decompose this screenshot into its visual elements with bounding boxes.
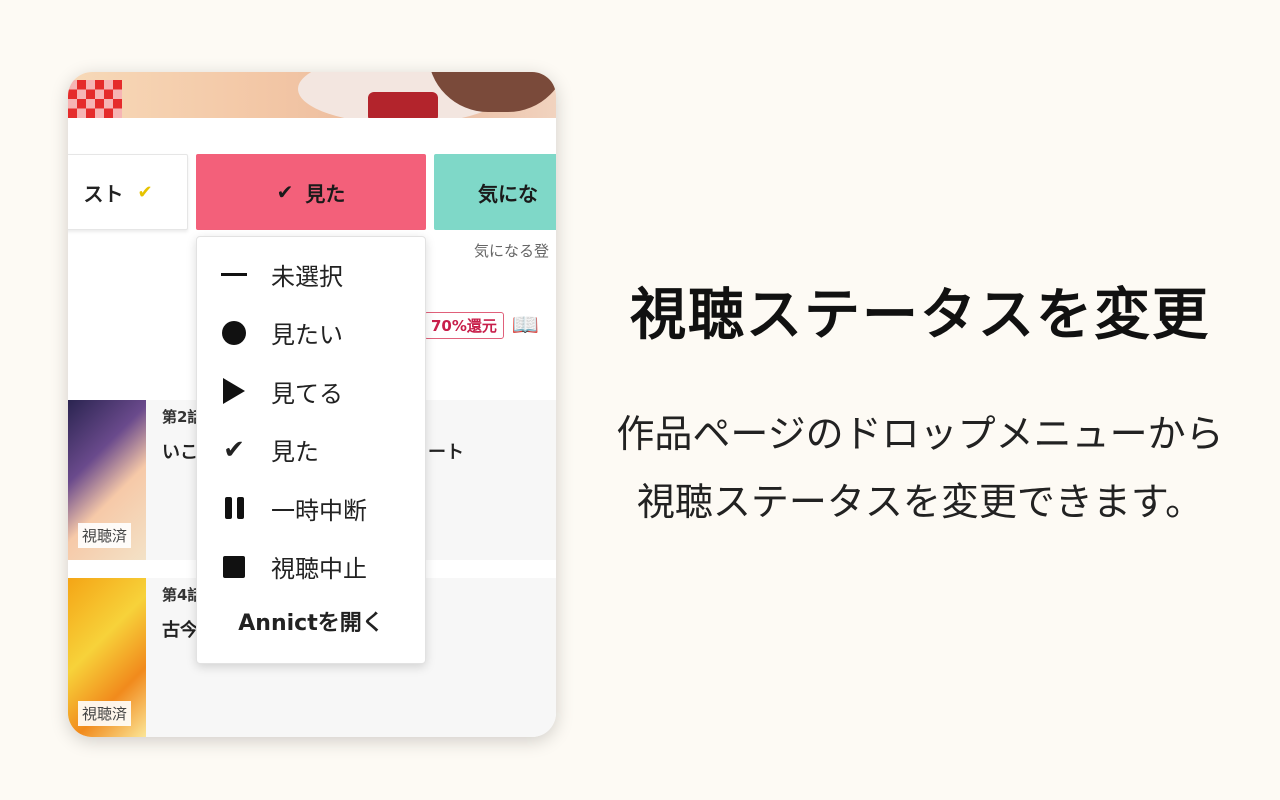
status-dropdown-menu: 未選択 見たい 見てる ✔ 見た 一時中断 視聴中止 Annictを開く bbox=[196, 236, 426, 664]
description-line-1: 作品ページのドロップメニューから bbox=[616, 412, 1224, 456]
interest-note: 気になる登 bbox=[474, 242, 550, 260]
promo-badge[interactable]: 70%還元 bbox=[424, 312, 504, 339]
banner-ribbon bbox=[368, 92, 438, 118]
screenshot-frame: スト ✔ ✔ 見た 気にな 気になる登 70%還元 📖 視聴済 第2話 いこ ー… bbox=[68, 72, 556, 737]
episode-thumbnail: 視聴済 bbox=[68, 578, 146, 737]
site-logo bbox=[68, 80, 122, 118]
menu-item-watching[interactable]: 見てる bbox=[197, 362, 425, 421]
tab-watch-list-label: スト bbox=[83, 181, 124, 206]
check-icon: ✔ bbox=[276, 180, 294, 204]
menu-item-watched[interactable]: ✔ 見た bbox=[197, 421, 425, 480]
menu-item-unselected[interactable]: 未選択 bbox=[197, 245, 425, 304]
menu-item-on-hold[interactable]: 一時中断 bbox=[197, 479, 425, 538]
menu-lines-icon bbox=[221, 261, 248, 287]
episode-title-tail: ート bbox=[428, 442, 464, 463]
tab-interested-label: 気にな bbox=[478, 181, 538, 206]
watched-badge: 視聴済 bbox=[78, 523, 132, 548]
description-line-2: 視聴ステータスを変更できます。 bbox=[636, 480, 1204, 524]
promo-area: 70%還元 📖 bbox=[424, 312, 539, 339]
headline: 視聴ステータスを変更 bbox=[630, 283, 1210, 348]
book-icon[interactable]: 📖 bbox=[512, 313, 539, 338]
check-icon: ✔ bbox=[137, 181, 153, 203]
circle-icon bbox=[221, 320, 247, 346]
menu-item-label: 視聴中止 bbox=[271, 555, 367, 584]
tab-watch-list[interactable]: スト ✔ bbox=[68, 154, 188, 230]
tab-watched-label: 見た bbox=[305, 181, 346, 206]
episode-title: 古今 bbox=[162, 620, 198, 641]
episode-title: いこ bbox=[162, 442, 198, 463]
menu-item-label: 一時中断 bbox=[271, 496, 367, 525]
tab-watched[interactable]: ✔ 見た bbox=[196, 154, 426, 230]
menu-item-label: 見たい bbox=[271, 321, 343, 350]
menu-item-want-to-watch[interactable]: 見たい bbox=[197, 304, 425, 363]
menu-item-label: 未選択 bbox=[271, 262, 343, 291]
menu-item-dropped[interactable]: 視聴中止 bbox=[197, 538, 425, 597]
stop-icon bbox=[221, 554, 247, 580]
tab-interested[interactable]: 気にな bbox=[434, 154, 556, 230]
watched-badge: 視聴済 bbox=[78, 701, 132, 726]
play-icon bbox=[221, 378, 247, 405]
description: 作品ページのドロップメニューから 視聴ステータスを変更できます。 bbox=[580, 400, 1260, 536]
episode-thumbnail: 視聴済 bbox=[68, 400, 146, 560]
open-annict-link[interactable]: Annictを開く bbox=[197, 596, 425, 646]
status-tabs: スト ✔ ✔ 見た 気にな bbox=[68, 154, 556, 232]
menu-item-label: 見てる bbox=[271, 379, 343, 408]
banner-image bbox=[68, 72, 556, 118]
menu-item-label: 見た bbox=[271, 438, 319, 467]
check-icon: ✔ bbox=[223, 434, 245, 465]
pause-icon bbox=[221, 495, 247, 521]
